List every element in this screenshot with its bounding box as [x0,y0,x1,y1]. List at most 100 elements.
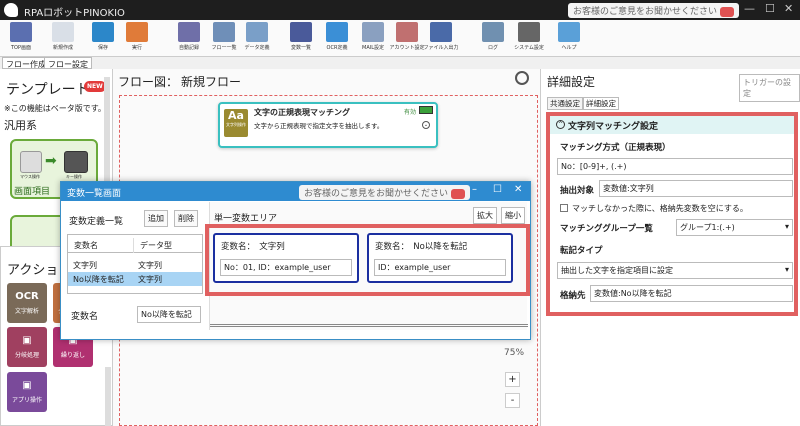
toolbar-button[interactable]: MAIL設定 [354,22,392,55]
toolbar-button[interactable]: 自動記録 [170,22,208,55]
toolbar-button[interactable]: データ定義 [238,22,276,55]
store-input[interactable]: 変数値:No以降を転記 [590,285,793,302]
flow-name: 新規フロー [181,75,242,89]
zoom-out-button[interactable]: - [505,393,520,408]
shrink-button[interactable]: 縮小 [501,207,525,224]
section-header[interactable]: ^ 文字列マッチング設定 [550,116,794,134]
table-row-selected[interactable]: No以降を転記 文字列 [68,272,202,286]
row-type: 文字列 [138,275,162,284]
empty-checkbox[interactable] [560,204,568,212]
toolbar-label: TOP画面 [10,45,31,51]
var-name-input[interactable]: No以降を転記 [137,306,201,323]
transfer-select[interactable]: 抽出した文字を指定項目に設定 ▾ [557,262,793,279]
toolbar-button[interactable]: 実行 [118,22,156,55]
expand-button[interactable]: 拡大 [473,207,497,224]
toolbar-icon [482,22,504,42]
toolbar-button[interactable]: 保存 [84,22,122,55]
toolbar-button[interactable]: ログ [474,22,512,55]
app-logo-icon [4,3,18,17]
close-button[interactable]: ✕ [784,2,793,15]
group-select[interactable]: グループ1:(.+) ▾ [676,219,793,236]
checkbox-label: マッチしなかった際に、格納先変数を空にする。 [572,204,748,213]
card-label: 変数名： 文字列 [221,242,285,252]
feedback-button[interactable]: お客様のご意見をお聞かせください [568,3,740,18]
dialog-title-bar: 変数一覧画面 お客様のご意見をお聞かせください – ☐ ✕ [61,182,530,201]
trigger-settings-button[interactable]: トリガーの設定 [739,74,800,102]
toolbar-label: MAIL設定 [362,45,384,51]
toolbar-button[interactable]: アカウント設定 [388,22,426,55]
tab-detail-settings[interactable]: 詳細設定 [583,97,619,110]
action-tile[interactable]: OCR 文字解析 [7,283,47,323]
search-icon[interactable] [515,71,529,85]
toolbar-button[interactable]: ヘルプ [550,22,588,55]
toolbar-button[interactable]: 新規作成 [44,22,82,55]
feedback-label: お客様のご意見をお聞かせください [573,7,718,17]
toolbar-button[interactable]: システム設定 [510,22,548,55]
canvas-title: フロー図： [118,75,179,89]
toggle-switch[interactable] [419,106,433,114]
toolbar-icon [362,22,384,42]
table-row[interactable]: 文字列 文字列 [68,258,202,272]
zoom-in-button[interactable]: + [505,372,520,387]
toolbar-button[interactable]: TOP画面 [2,22,40,55]
toolbar-label: 保存 [97,45,108,51]
chevron-down-icon[interactable]: ⌄ [422,121,430,129]
hand-icon [451,188,466,199]
toolbar-button[interactable]: ファイル入出力 [422,22,460,55]
maximize-button[interactable]: ☐ [765,2,775,15]
title-bar: RPAロボットPINOKIO お客様のご意見をお聞かせください — ☐ ✕ [0,0,800,20]
node-description: 文字から正規表現で指定文字を抽出します。 [254,122,384,130]
dialog-maximize-button[interactable]: ☐ [493,184,502,195]
variable-card[interactable]: 変数名： No以降を転記 ID：example_user [367,233,513,283]
minimize-button[interactable]: — [744,2,755,15]
collapse-icon[interactable]: ^ [556,120,565,129]
extract-label: 抽出対象 [560,186,595,196]
action-tile[interactable]: ▣ アプリ操作 [7,372,47,412]
matching-method-input[interactable]: No：[0-9]+, (.+) [557,158,793,175]
matching-settings-group: ^ 文字列マッチング設定 マッチング方式（正規表現） No：[0-9]+, (.… [546,112,798,316]
toolbar-icon [246,22,268,42]
toolbar-icon [396,22,418,42]
action-tile[interactable]: ▣ 分岐処理 [7,327,47,367]
action-icon: ▣ [22,335,32,346]
tab-flow-create[interactable]: フロー作成 [2,57,50,69]
toolbar-icon [518,22,540,42]
flow-node[interactable]: Aa 文字列操作 文字の正規表現マッチング 有効 文字から正規表現で指定文字を抽… [218,102,438,148]
app-title: RPAロボットPINOKIO [24,8,125,19]
hand-icon [720,6,735,17]
key-label: キー操作 [66,174,82,179]
header-type: データ型 [140,241,172,250]
mouse-icon [20,151,42,173]
list-title: 変数定義一覧 [69,217,124,227]
detail-title: 詳細設定 [547,75,596,89]
toolbar-button[interactable]: 変数一覧 [282,22,320,55]
toolbar-icon [10,22,32,42]
tab-flow-settings[interactable]: フロー設定 [44,57,92,69]
add-button[interactable]: 追加 [144,210,168,227]
dialog-title: 変数一覧画面 [67,189,122,199]
toolbar-button[interactable]: OCR定義 [318,22,356,55]
arrow-right-icon: ➡ [45,153,57,169]
card-value[interactable]: ID：example_user [374,259,506,276]
dropdown-arrow-icon: ▾ [784,265,789,274]
card-value[interactable]: No：01, ID：example_user [220,259,352,276]
store-label: 格納先 [560,291,586,301]
toolbar-icon [92,22,114,42]
tab-common-settings[interactable]: 共通設定 [547,97,583,110]
variable-card[interactable]: 変数名： 文字列 No：01, ID：example_user [213,233,359,283]
extract-input[interactable]: 変数値:文字列 [599,180,793,197]
toolbar-label: ログ [487,45,498,51]
dialog-close-button[interactable]: ✕ [514,184,522,195]
mouse-label: マウス操作 [20,174,40,179]
toolbar-label: システム設定 [514,45,544,51]
delete-button[interactable]: 削除 [174,210,198,227]
dialog-feedback-button[interactable]: お客様のご意見をお聞かせください [299,185,471,200]
transfer-label: 転記タイプ [560,246,603,256]
new-badge: NEW [84,81,106,92]
toolbar-icon [213,22,235,42]
actions-scrollbar[interactable] [105,367,111,426]
dialog-minimize-button[interactable]: – [472,184,477,195]
action-label: 文字解析 [14,308,39,315]
toolbar-label: OCR定義 [326,45,348,51]
toolbar-label: ヘルプ [561,45,577,51]
